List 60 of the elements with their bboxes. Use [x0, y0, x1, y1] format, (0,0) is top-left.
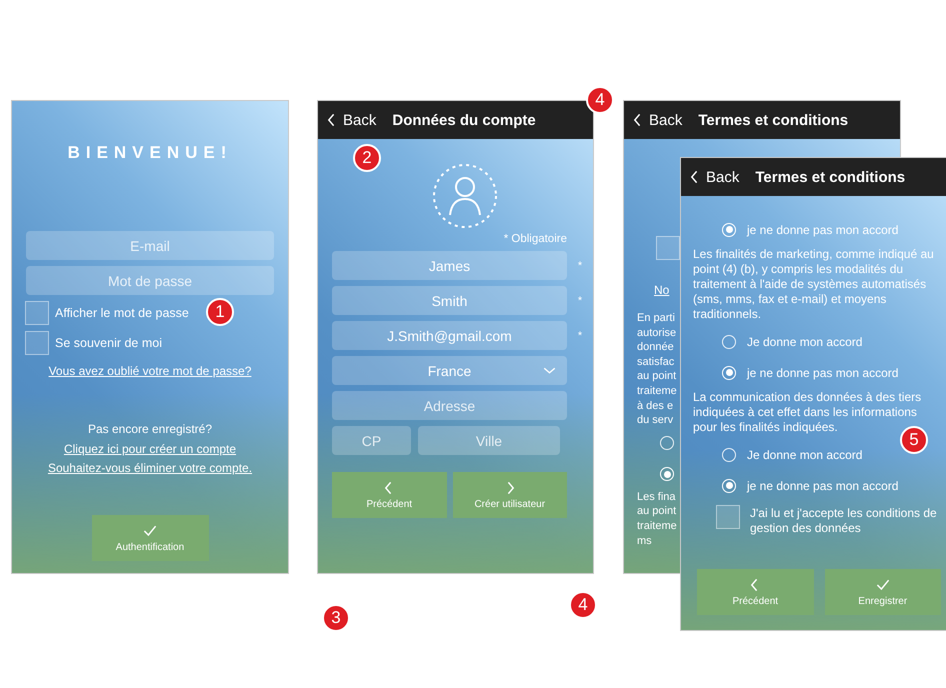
back-button[interactable]: Back	[687, 168, 740, 186]
terms-text: Les fina	[637, 490, 676, 504]
radio-label: Je donne mon accord	[747, 448, 862, 462]
terms-text: satisfac	[637, 354, 674, 370]
step-number: 4	[569, 591, 597, 619]
radio-label: je ne donne pas mon accord	[747, 478, 898, 492]
screen-title: Termes et conditions	[698, 112, 848, 128]
checkbox[interactable]	[656, 236, 680, 260]
terms-paragraph: Les finalités de marketing, comme indiqué au point (4) (b), y compris les modalités du traitement à l'aide de systèmes automatisés (sms, mms, fax et e-mail) et moyens traditionnels.	[693, 247, 935, 322]
terms-text: autorise	[637, 326, 676, 340]
terms-text: à des e	[637, 398, 674, 414]
check-icon	[142, 523, 158, 539]
radio-button[interactable]	[722, 366, 736, 380]
terms-text: traiteme	[637, 384, 677, 399]
radio-button[interactable]	[722, 222, 736, 236]
radio-button[interactable]	[722, 448, 736, 462]
checkbox-label: Se souvenir de moi	[55, 336, 162, 350]
screen-title: Données du compte	[392, 112, 536, 128]
terms-text: au point	[637, 504, 676, 519]
screen-title: Termes et conditions	[755, 168, 906, 186]
terms-text: du serv	[637, 413, 674, 428]
delete-account-link[interactable]: Souhaitez-vous éliminer votre compte.	[48, 461, 252, 475]
terms-text: au point	[637, 369, 676, 384]
radio-button[interactable]	[660, 436, 674, 450]
terms-text: ms	[637, 534, 652, 548]
country-dropdown[interactable]: France	[332, 356, 567, 385]
action-button[interactable]: Créer utilisateur	[452, 472, 567, 518]
checkbox-label: J'ai lu et j'accepte les conditions de gestion des données	[750, 505, 938, 536]
welcome-title: BIENVENUE!	[68, 143, 232, 163]
action-button[interactable]: Enregistrer	[824, 569, 941, 615]
radio-label: Je donne mon accord	[747, 334, 862, 348]
checkbox-label: Afficher le mot de passe	[55, 306, 189, 320]
checkbox[interactable]	[25, 331, 49, 355]
required-mark: *	[576, 294, 584, 306]
required-mark: *	[576, 330, 584, 342]
back-button[interactable]: Back	[324, 111, 376, 129]
terms-text: donnée	[637, 340, 674, 355]
avatar-icon[interactable]	[432, 163, 498, 229]
radio-label: je ne donne pas mon accord	[747, 366, 898, 380]
checkbox[interactable]	[25, 301, 49, 325]
checkbox[interactable]	[716, 505, 740, 529]
create-account-link[interactable]: Cliquez ici pour créer un compte	[64, 442, 236, 456]
step-number: 3	[322, 604, 350, 632]
back-button[interactable]: Back	[630, 111, 682, 129]
action-button[interactable]: Précédent	[697, 569, 814, 615]
radio-label: je ne donne pas mon accord	[747, 222, 898, 236]
required-note: * Obligatoire	[504, 233, 567, 245]
forgot-password-link[interactable]: Vous avez oublié votre mot de passe?	[48, 364, 252, 378]
action-button[interactable]: Authentification	[92, 515, 208, 561]
action-button[interactable]: Précédent	[332, 472, 446, 518]
terms-text: En parti	[637, 311, 675, 326]
terms-text: traiteme	[637, 518, 677, 534]
radio-button[interactable]	[722, 478, 736, 492]
step-number: 4	[586, 86, 614, 114]
register-prompt: Pas encore enregistré?	[88, 422, 212, 436]
radio-button[interactable]	[722, 334, 736, 348]
check-icon	[874, 577, 891, 593]
terms-link[interactable]: No	[654, 283, 670, 297]
radio-button[interactable]	[660, 467, 674, 482]
required-mark: *	[576, 260, 584, 272]
